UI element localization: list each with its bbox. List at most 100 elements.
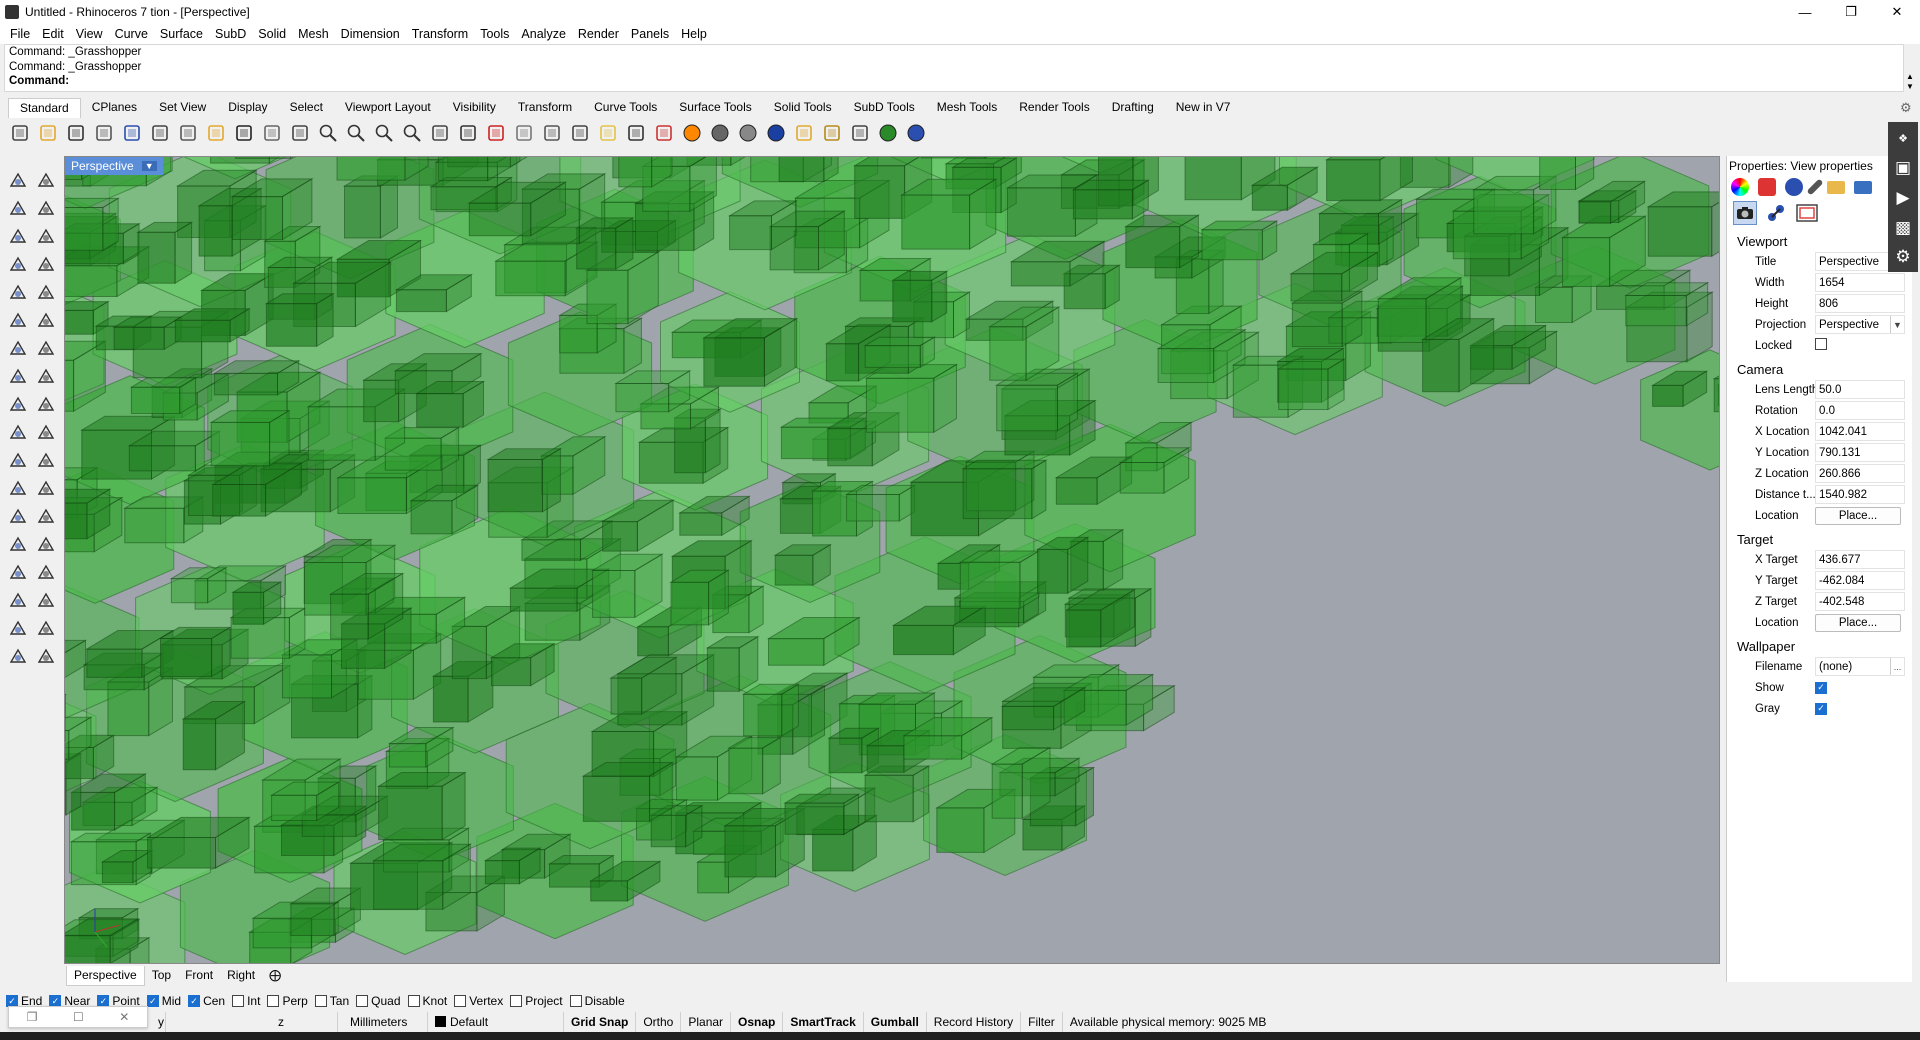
dimension-icon[interactable] [848,121,872,145]
rotate-view-icon[interactable] [428,121,452,145]
cylinder-icon[interactable] [6,364,30,388]
import-icon[interactable] [120,121,144,145]
menu-dimension[interactable]: Dimension [335,27,406,41]
filter-icon[interactable] [792,121,816,145]
vtab-right[interactable]: Right [220,966,262,986]
render-preview-icon[interactable] [512,121,536,145]
tab-visibility[interactable]: Visibility [442,98,507,118]
property-value-field[interactable]: 790.131 [1815,443,1905,462]
status-toggle-gumball[interactable]: Gumball [864,1012,927,1032]
explode-icon[interactable] [6,392,30,416]
tab-curve-tools[interactable]: Curve Tools [583,98,668,118]
point-icon[interactable] [34,168,58,192]
points-icon[interactable] [34,448,58,472]
property-value-field[interactable]: 260.866 [1815,464,1905,483]
property-checkbox[interactable]: ✓ [1815,681,1827,694]
building-box[interactable] [1623,281,1710,327]
place-button[interactable]: Place... [1815,613,1901,632]
chevron-down-icon[interactable]: ▼ [1890,316,1904,333]
solid-edit-icon[interactable] [34,364,58,388]
folder-icon[interactable] [1827,180,1845,194]
tab-viewport-layout[interactable]: Viewport Layout [334,98,442,118]
building-box[interactable] [1124,214,1201,269]
edit-icon[interactable] [34,532,58,556]
viewport-canvas[interactable] [65,157,1720,964]
building-box[interactable] [773,543,833,586]
osnap-cen[interactable]: ✓ Cen [188,994,225,1008]
building-box[interactable] [863,765,931,823]
command-prompt[interactable]: Command: [9,74,1899,89]
open-icon[interactable] [36,121,60,145]
building-box[interactable] [414,380,486,428]
bolt-icon[interactable] [34,392,58,416]
status-toggle-filter[interactable]: Filter [1021,1012,1063,1032]
layer-display[interactable]: Default [428,1012,564,1032]
building-box[interactable] [136,221,194,285]
tab-solid-tools[interactable]: Solid Tools [763,98,843,118]
property-checkbox[interactable] [1815,338,1827,350]
property-value-field[interactable]: 436.677 [1815,550,1905,569]
building-box[interactable] [741,683,801,737]
tab-display[interactable]: Display [217,98,278,118]
browse-button[interactable]: ... [1890,658,1904,675]
building-box[interactable] [371,843,473,911]
car-icon[interactable] [484,121,508,145]
maximize-icon[interactable]: ❐ [1828,0,1874,24]
building-box[interactable] [844,484,917,522]
building-box[interactable] [231,581,283,626]
box-icon[interactable] [6,336,30,360]
tab-mesh-tools[interactable]: Mesh Tools [926,98,1008,118]
rebuild-icon[interactable] [34,476,58,500]
settings-panel-icon[interactable]: ⚙ [1890,242,1916,272]
building-box[interactable] [994,372,1080,432]
property-value-field[interactable]: Perspective ▼ [1815,315,1905,334]
property-value-field[interactable]: -402.548 [1815,592,1905,611]
menu-help[interactable]: Help [675,27,713,41]
osnap-perp[interactable]: Perp [267,994,308,1008]
building-box[interactable] [158,626,232,678]
building-box[interactable] [65,197,121,252]
arc-icon[interactable] [6,280,30,304]
analysis-icon[interactable] [6,616,30,640]
status-toggle-smarttrack[interactable]: SmartTrack [783,1012,864,1032]
osnap-quad[interactable]: Quad [356,994,401,1008]
building-box[interactable] [264,292,335,348]
osnap-disable[interactable]: Disable [569,994,625,1008]
undo-icon[interactable] [232,121,256,145]
polygon-icon[interactable] [6,252,30,276]
new-icon[interactable] [8,121,32,145]
close-icon[interactable]: ✕ [1874,0,1920,24]
cplane-icon[interactable] [540,121,564,145]
viewport-title-tab[interactable]: Perspective ▼ [65,157,163,175]
tab-select[interactable]: Select [279,98,334,118]
building-box[interactable] [173,307,251,343]
building-box[interactable] [209,409,291,467]
property-value-field[interactable]: 0.0 [1815,401,1905,420]
menu-surface[interactable]: Surface [154,27,209,41]
property-value-field[interactable]: 806 [1815,294,1905,313]
curve-icon[interactable] [34,196,58,220]
zoom-icon[interactable] [316,121,340,145]
move-view-icon[interactable] [288,121,312,145]
perspective-viewport[interactable]: Perspective ▼ [64,156,1720,964]
layers-panel-icon[interactable]: ▩ [1890,213,1916,243]
four-view-icon[interactable] [456,121,480,145]
building-box[interactable] [129,376,198,415]
solid-union-icon[interactable] [34,336,58,360]
osnap-project[interactable]: Project [510,994,563,1008]
building-box[interactable] [864,363,959,434]
building-box[interactable] [614,370,692,413]
menu-analyze[interactable]: Analyze [515,27,571,41]
menu-subd[interactable]: SubD [209,27,252,41]
status-toggle-osnap[interactable]: Osnap [731,1012,784,1032]
building-box[interactable] [486,447,563,513]
zoom-window-icon[interactable] [344,121,368,145]
color-wheel-icon[interactable] [1731,178,1749,196]
building-box[interactable] [727,736,783,795]
zoom-extents-icon[interactable] [372,121,396,145]
zoom-selected-icon[interactable] [400,121,424,145]
light-bulb-icon[interactable] [34,644,58,668]
add-viewport-icon[interactable]: ⨁ [262,966,288,986]
material-icon[interactable] [1758,178,1776,196]
display-icon[interactable] [1854,180,1872,194]
